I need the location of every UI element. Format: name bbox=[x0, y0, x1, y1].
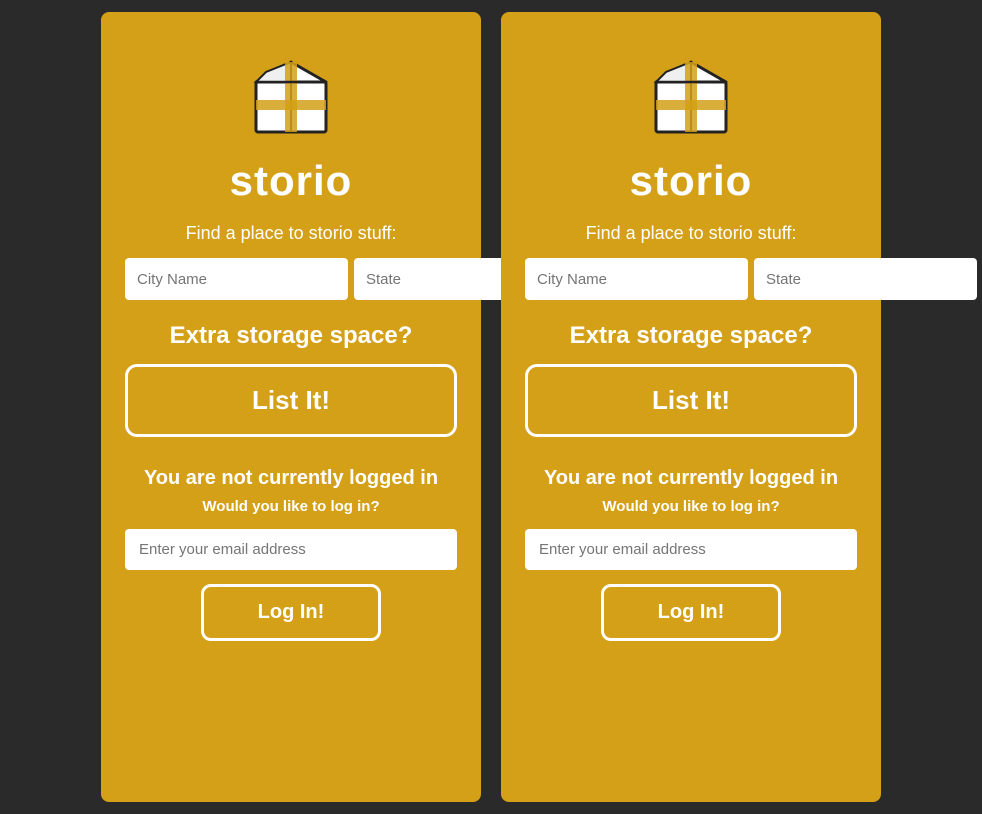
find-tagline-2: Find a place to storio stuff: bbox=[586, 223, 797, 244]
state-input-2[interactable] bbox=[754, 258, 977, 300]
extra-storage-text-2: Extra storage space? bbox=[570, 322, 813, 350]
search-row-2 bbox=[525, 258, 857, 300]
would-you-text-2: Would you like to log in? bbox=[602, 498, 779, 515]
city-input-2[interactable] bbox=[525, 258, 748, 300]
search-row bbox=[125, 258, 457, 300]
city-input[interactable] bbox=[125, 258, 348, 300]
app-panel-right: storio Find a place to storio stuff: Ext… bbox=[501, 12, 881, 802]
box-icon-2 bbox=[641, 42, 741, 142]
email-input[interactable] bbox=[125, 529, 457, 570]
list-it-button[interactable]: List It! bbox=[125, 364, 457, 437]
app-title: storio bbox=[230, 157, 353, 205]
would-you-text: Would you like to log in? bbox=[202, 498, 379, 515]
find-tagline: Find a place to storio stuff: bbox=[186, 223, 397, 244]
logo-container-2 bbox=[641, 42, 741, 147]
login-button-2[interactable]: Log In! bbox=[601, 584, 781, 641]
email-input-2[interactable] bbox=[525, 529, 857, 570]
list-it-button-2[interactable]: List It! bbox=[525, 364, 857, 437]
extra-storage-text: Extra storage space? bbox=[170, 322, 413, 350]
logo-container bbox=[241, 42, 341, 147]
app-panel-left: storio Find a place to storio stuff: Ext… bbox=[101, 12, 481, 802]
box-icon bbox=[241, 42, 341, 142]
not-logged-text: You are not currently logged in bbox=[144, 467, 438, 490]
login-button[interactable]: Log In! bbox=[201, 584, 381, 641]
not-logged-text-2: You are not currently logged in bbox=[544, 467, 838, 490]
app-title-2: storio bbox=[630, 157, 753, 205]
